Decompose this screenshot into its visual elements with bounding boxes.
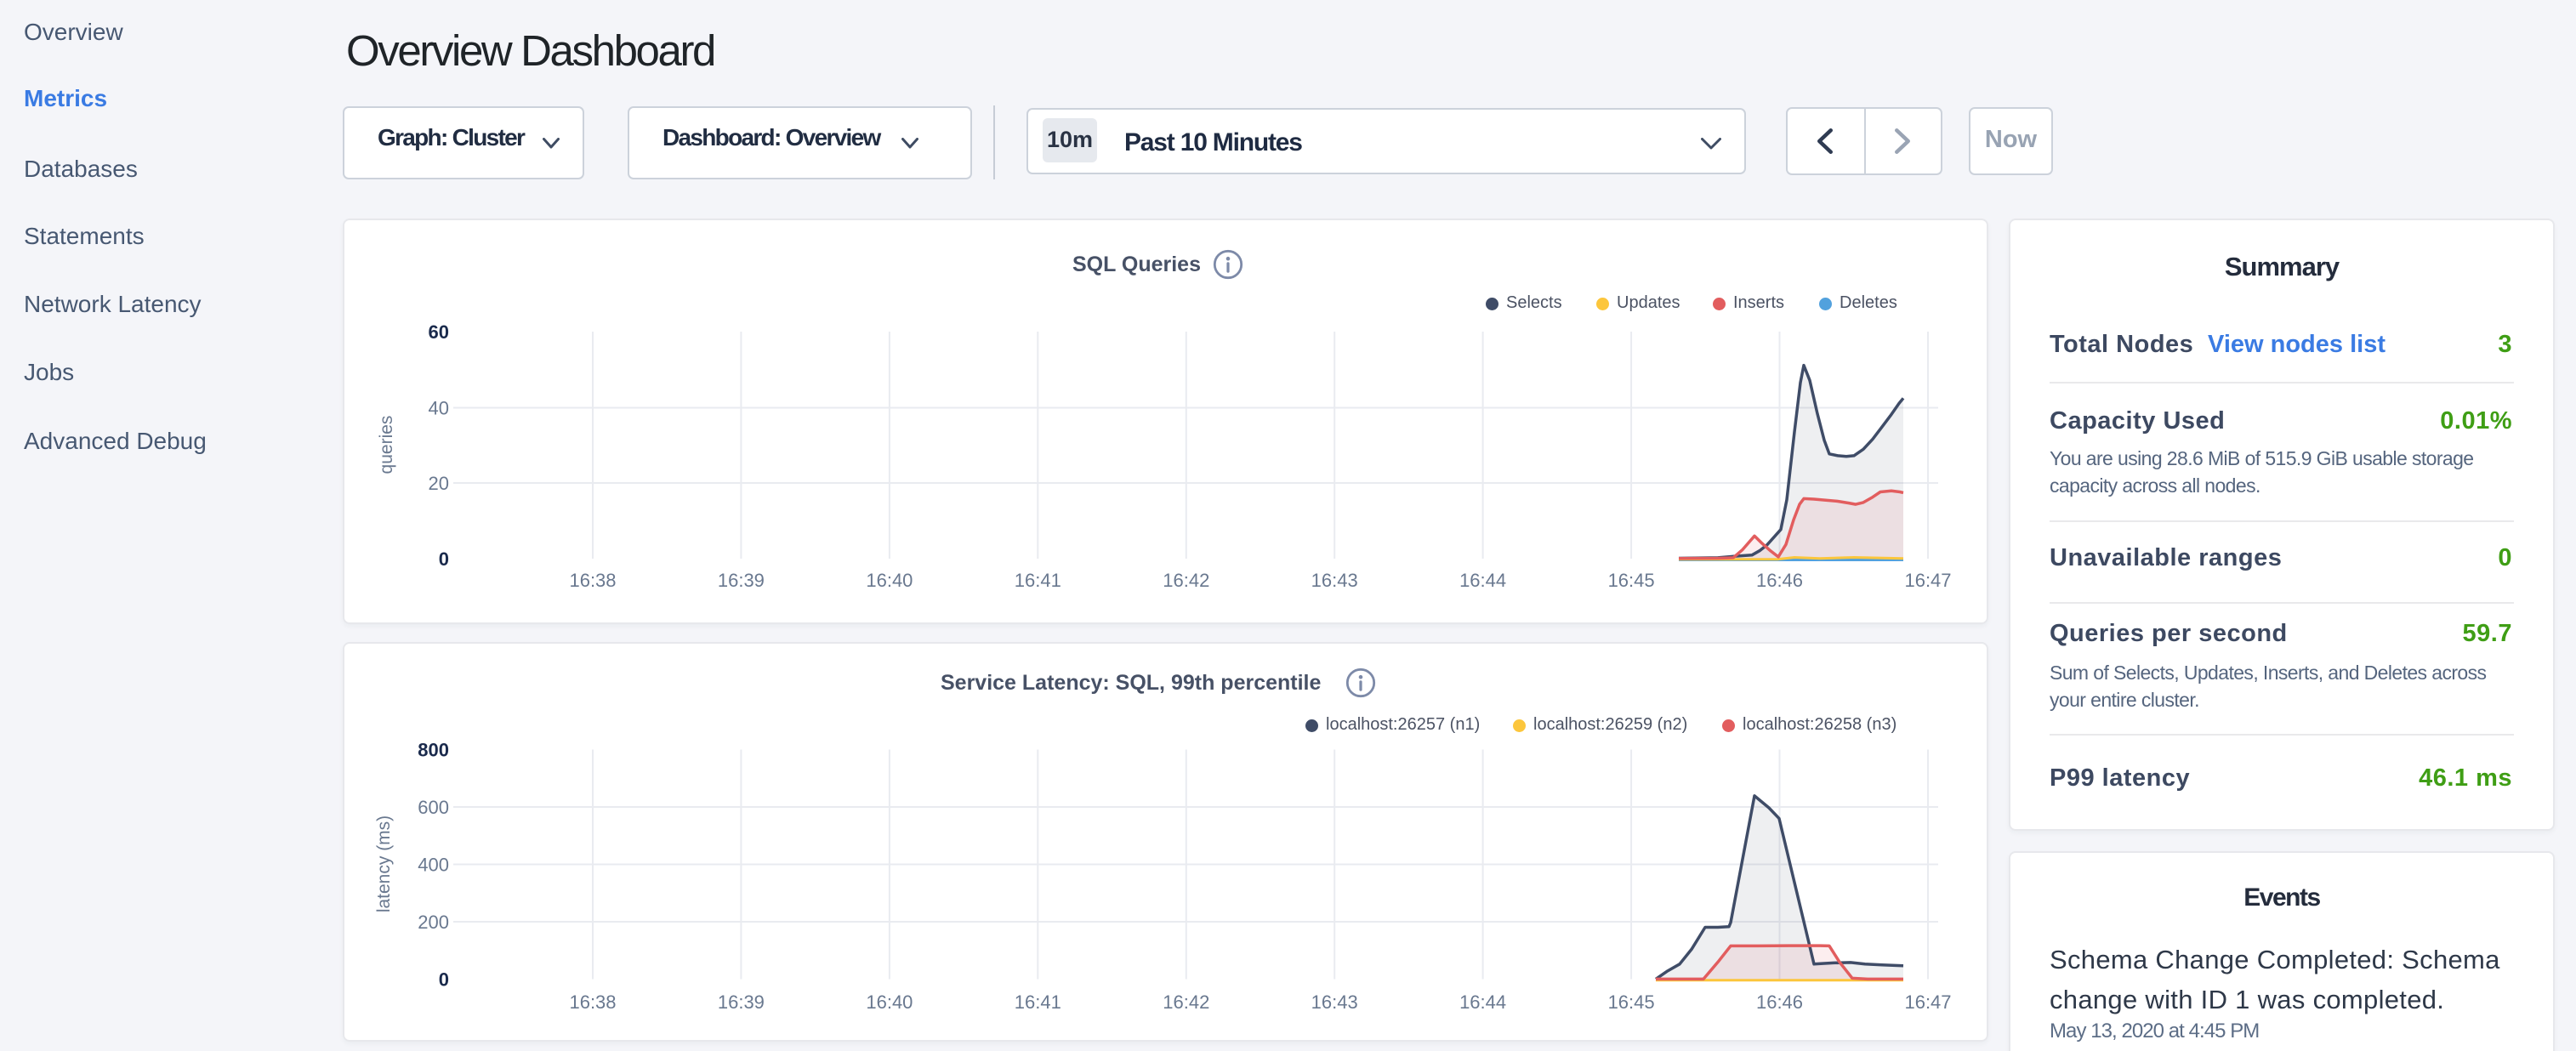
svg-text:16:38: 16:38 (569, 991, 616, 1013)
svg-text:800: 800 (418, 740, 449, 761)
svg-text:16:45: 16:45 (1608, 991, 1655, 1013)
svg-text:200: 200 (418, 912, 449, 933)
svg-text:0: 0 (439, 969, 449, 991)
svg-text:600: 600 (418, 797, 449, 818)
svg-text:16:46: 16:46 (1756, 991, 1803, 1013)
svg-text:16:40: 16:40 (866, 991, 913, 1013)
svg-text:400: 400 (418, 855, 449, 876)
svg-text:16:47: 16:47 (1904, 991, 1951, 1013)
svg-text:16:44: 16:44 (1459, 991, 1506, 1013)
svg-text:16:42: 16:42 (1163, 991, 1209, 1013)
svg-text:16:41: 16:41 (1015, 991, 1061, 1013)
svg-text:16:39: 16:39 (718, 991, 765, 1013)
svg-text:16:43: 16:43 (1311, 991, 1358, 1013)
